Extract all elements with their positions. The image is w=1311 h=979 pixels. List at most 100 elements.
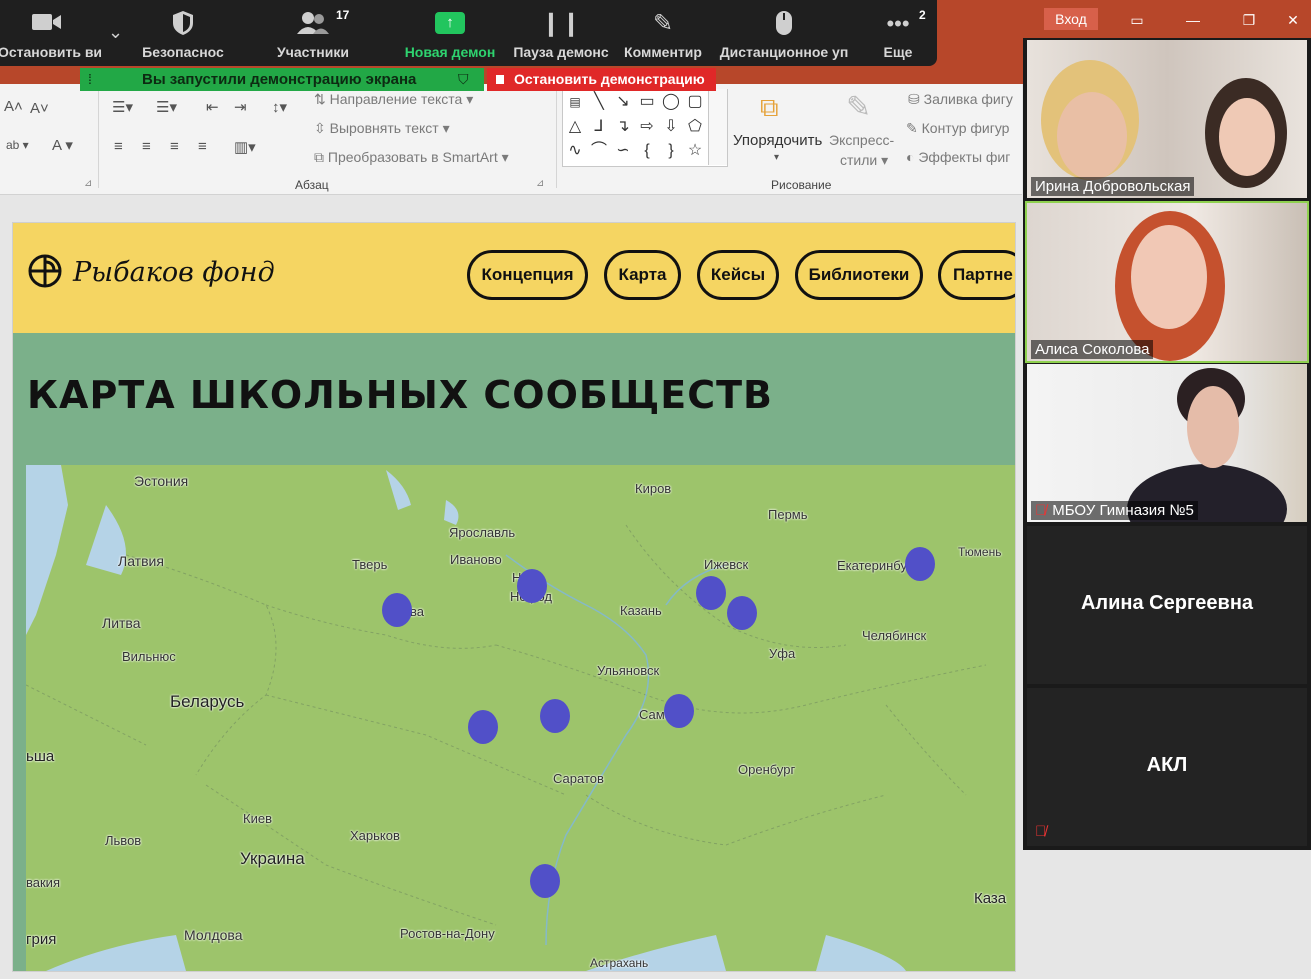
page-title: КАРТА ШКОЛЬНЫХ СООБЩЕСТВ [27, 373, 773, 417]
gallery-scrollbar[interactable] [708, 89, 727, 165]
align-left-icon[interactable]: ≡ [114, 138, 123, 155]
close-icon[interactable]: ✕ [1282, 8, 1304, 32]
triangle-shape-icon[interactable]: △ [564, 116, 586, 138]
align-text-button[interactable]: ⇳ Выровнять текст ▾ [314, 120, 450, 137]
participant-tile[interactable]: 🎙̸ МБОУ Гимназия №5 [1027, 364, 1307, 522]
more-button[interactable]: ••• 2 Еще [872, 0, 926, 66]
annotate-button[interactable]: ✎ Комментир [620, 0, 706, 66]
restore-icon[interactable]: ❐ [1238, 8, 1260, 32]
justify-icon[interactable]: ≡ [198, 138, 207, 155]
numbering-icon[interactable]: ☰▾ [156, 98, 177, 116]
map-pin[interactable] [382, 593, 412, 627]
pause-share-button[interactable]: ❙❙ Пауза демонс [508, 0, 614, 66]
participants-count-badge: 17 [336, 8, 350, 22]
ribbon-display-icon[interactable]: ▭ [1126, 8, 1148, 32]
align-text-label: Выровнять текст [329, 120, 439, 136]
elbow-connector-icon[interactable]: ⅃ [588, 116, 610, 138]
arrow-line-shape-icon[interactable]: ↘ [612, 91, 634, 113]
curve-shape-icon[interactable]: ∽ [612, 140, 634, 162]
drag-handle-icon[interactable]: ⁞ [88, 68, 92, 91]
participant-tile[interactable]: Алина Сергеевна [1027, 526, 1307, 684]
smartart-button[interactable]: ⧉ Преобразовать в SmartArt ▾ [314, 149, 509, 166]
logo-icon [28, 254, 62, 288]
more-icon: ••• [886, 11, 910, 36]
slide: Рыбаков фонд Концепция Карта Кейсы Библи… [12, 222, 1016, 972]
pentagon-shape-icon[interactable]: ⬠ [684, 116, 706, 138]
down-arrow-shape-icon[interactable]: ⇩ [660, 116, 682, 138]
font-grow-icon[interactable]: A˄ [4, 98, 23, 115]
quick-styles-line1[interactable]: Экспресс- [829, 132, 894, 148]
elbow-arrow-icon[interactable]: ↴ [612, 116, 634, 138]
map-pin[interactable] [517, 569, 547, 603]
nav-cases[interactable]: Кейсы [697, 250, 779, 300]
map[interactable]: Эстония Латвия Литва Вильнюс Беларусь ьш… [26, 465, 1015, 971]
oval-shape-icon[interactable]: ◯ [660, 91, 682, 113]
map-pin[interactable] [540, 699, 570, 733]
align-right-icon[interactable]: ≡ [170, 138, 179, 155]
font-color-icon[interactable]: A ▾ [52, 136, 73, 154]
text-direction-button[interactable]: ⇅ Направление текста ▾ [314, 91, 473, 108]
new-share-button[interactable]: ↑ Новая демон [400, 0, 500, 66]
map-label-ufa: Уфа [769, 646, 796, 661]
align-center-icon[interactable]: ≡ [142, 138, 151, 155]
nav-concept[interactable]: Концепция [467, 250, 588, 300]
shape-outline-button[interactable]: ✎ Контур фигур [906, 120, 1009, 137]
char-spacing-icon[interactable]: ab ▾ [6, 138, 29, 152]
participant-tile[interactable]: Ирина Добровольская [1027, 40, 1307, 198]
stop-video-button[interactable]: Остановить ви [0, 0, 104, 66]
nav-partners[interactable]: Партне [938, 250, 1015, 300]
paragraph-dialog-launcher-icon[interactable]: ⊿ [536, 178, 544, 189]
shape-fill-button[interactable]: ⛁ Заливка фигу [908, 91, 1013, 108]
stop-share-button[interactable]: Остановить демонстрацию [487, 68, 716, 91]
columns-icon[interactable]: ▥▾ [234, 138, 256, 156]
rectangle-shape-icon[interactable]: ▭ [636, 91, 658, 113]
nav-map[interactable]: Карта [604, 250, 681, 300]
font-dialog-launcher-icon[interactable]: ⊿ [84, 178, 92, 189]
star-shape-icon[interactable]: ☆ [684, 140, 706, 162]
right-brace-shape-icon[interactable]: } [660, 140, 682, 162]
map-pin[interactable] [468, 710, 498, 744]
freeform-shape-icon[interactable]: ∿ [564, 140, 586, 162]
participants-button[interactable]: 17 Участники [270, 0, 356, 66]
shape-fill-label: Заливка фигу [923, 91, 1013, 107]
map-pin[interactable] [696, 576, 726, 610]
right-arrow-shape-icon[interactable]: ⇨ [636, 116, 658, 138]
arrange-button[interactable]: Упорядочить [733, 132, 822, 149]
map-pin[interactable] [530, 864, 560, 898]
sign-in-button[interactable]: Вход [1044, 8, 1098, 30]
quick-styles-line2[interactable]: стили ▾ [840, 152, 888, 169]
map-pin[interactable] [727, 596, 757, 630]
increase-indent-icon[interactable]: ⇥ [234, 98, 247, 116]
chevron-down-icon[interactable]: ⌄ [108, 18, 132, 46]
minimize-icon[interactable]: — [1182, 8, 1204, 32]
map-label-yekaterinburg: Екатеринбу [837, 558, 907, 573]
smartart-label: Преобразовать в SmartArt [327, 149, 498, 165]
arrange-dropdown-icon[interactable]: ▾ [774, 152, 779, 163]
shape-effects-button[interactable]: ◐ Эффекты фиг [906, 149, 1010, 165]
remote-control-button[interactable]: Дистанционное уп [714, 0, 854, 66]
decrease-indent-icon[interactable]: ⇤ [206, 98, 219, 116]
sharing-status-bar[interactable]: ⁞ Вы запустили демонстрацию экрана ⛉ [80, 68, 484, 91]
bullets-icon[interactable]: ☰▾ [112, 98, 133, 116]
line-shape-icon[interactable]: ╲ [588, 91, 610, 113]
nav-libraries[interactable]: Библиотеки [795, 250, 923, 300]
map-label-astrakhan: Астрахань [590, 956, 649, 970]
rounded-rect-shape-icon[interactable]: ▢ [684, 91, 706, 113]
map-label-yaroslavl: Ярославль [449, 525, 516, 540]
line-spacing-icon[interactable]: ↕▾ [272, 98, 287, 116]
participant-tile[interactable]: Алиса Соколова [1025, 201, 1309, 363]
map-pin[interactable] [905, 547, 935, 581]
logo-text[interactable]: Рыбаков фонд [73, 257, 275, 288]
participants-label: Участники [277, 44, 349, 60]
map-label-moldova: Молдова [184, 927, 243, 943]
annotate-label: Комментир [624, 44, 702, 60]
participant-tile[interactable]: АКЛ 🎙̸ [1027, 688, 1307, 846]
map-pin[interactable] [664, 694, 694, 728]
security-button[interactable]: Безопаснос [136, 0, 230, 66]
textbox-shape-icon[interactable]: ▤ [564, 91, 586, 113]
arc-shape-icon[interactable]: ⌒ [588, 140, 610, 162]
new-share-label: Новая демон [404, 44, 496, 60]
participant-face [1131, 225, 1207, 329]
left-brace-shape-icon[interactable]: { [636, 140, 658, 162]
font-shrink-icon[interactable]: A˅ [30, 100, 49, 117]
